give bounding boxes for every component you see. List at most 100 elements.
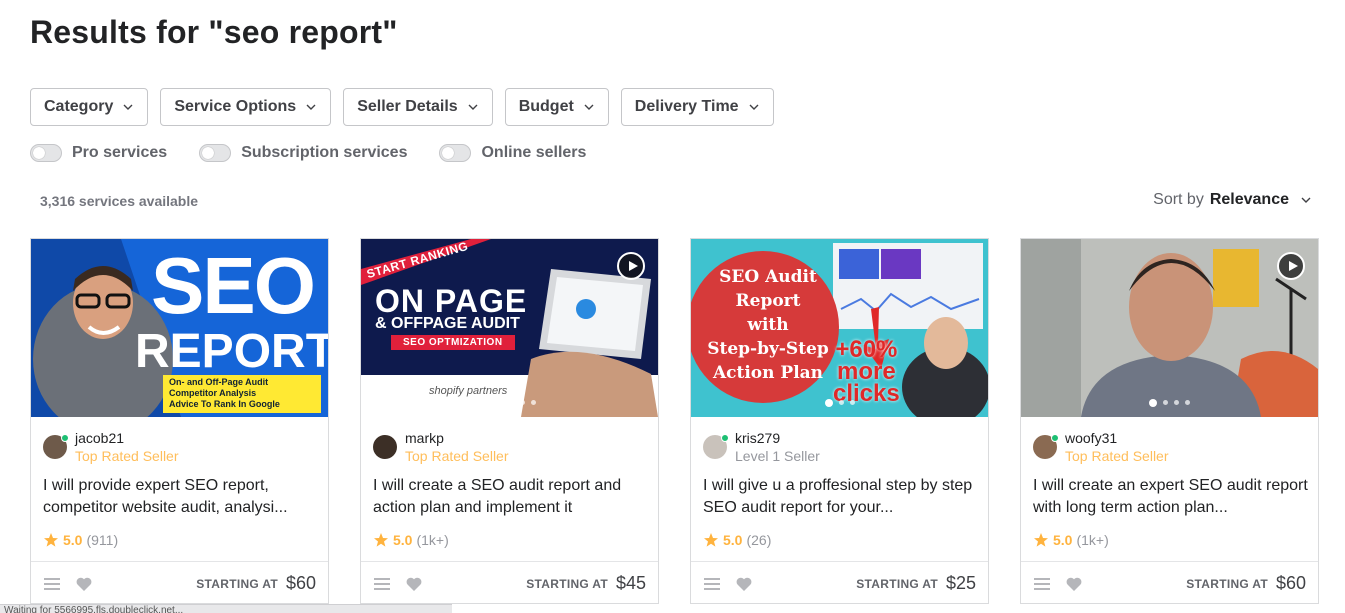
toggle-switch[interactable] [439,144,472,162]
filter-category-button[interactable]: Category [30,88,149,126]
thumb-bullets: On- and Off-Page Audit Competitor Analys… [163,375,321,413]
seller-level: Level 1 Seller [735,448,820,464]
menu-icon[interactable] [43,575,61,593]
filter-label: Service Options [174,98,297,115]
heart-icon[interactable] [1065,575,1083,593]
heart-icon[interactable] [75,575,93,593]
gig-rating: 5.0 (1k+) [373,532,449,548]
gig-card[interactable]: woofy31 Top Rated Seller I will create a… [1020,238,1319,604]
carousel-dots[interactable] [691,399,988,407]
thumb-text-seo: SEO [151,241,316,330]
gig-title-link[interactable]: I will give u a proffesional step by ste… [703,475,978,519]
pro-services-toggle[interactable]: Pro services [30,144,167,162]
price-amount: $60 [1275,573,1306,593]
gig-card[interactable]: SEO Audit Report with Step-by-Step Actio… [690,238,989,604]
heart-icon[interactable] [405,575,423,593]
thumb-partner: shopify partners [429,385,508,397]
seller-name[interactable]: jacob21 [75,429,179,447]
price-amount: $45 [615,573,646,593]
filter-service-options-button[interactable]: Service Options [160,88,332,126]
rating-count: (911) [86,532,119,548]
play-icon[interactable] [1277,252,1305,280]
play-icon[interactable] [617,252,645,280]
gig-thumbnail[interactable]: START RANKING ON PAGE & OFFPAGE AUDIT SE… [361,239,658,417]
thumb-text-offpage: & OFFPAGE AUDIT [375,315,520,332]
chevron-down-icon [123,104,133,110]
toggle-label: Online sellers [481,144,587,161]
seller-level: Top Rated Seller [405,448,509,464]
seller-name[interactable]: woofy31 [1065,429,1169,447]
price[interactable]: STARTING AT $60 [196,573,316,594]
gig-thumbnail[interactable] [1021,239,1318,417]
star-icon [44,533,58,547]
menu-icon[interactable] [373,575,391,593]
thumb-line: Report [735,291,801,311]
filter-label: Delivery Time [634,98,739,115]
price[interactable]: STARTING AT $45 [526,573,646,594]
star-icon [704,533,718,547]
menu-icon[interactable] [703,575,721,593]
gig-card[interactable]: SEO REPORT On- and Off-Page Audit Compet… [30,238,329,604]
carousel-dots[interactable] [1021,399,1318,407]
thumb-text-report: REPORT [135,325,328,378]
rating-score: 5.0 [393,532,413,548]
seller-name[interactable]: kris279 [735,429,820,447]
price[interactable]: STARTING AT $60 [1186,573,1306,594]
menu-icon[interactable] [1033,575,1051,593]
gig-title-link[interactable]: I will provide expert SEO report, compet… [43,475,318,519]
starting-at-label: STARTING AT [856,576,938,591]
thumb-line: with [747,315,789,335]
gig-rating: 5.0 (1k+) [1033,532,1109,548]
thumb-bullet: Competitor Analysis [169,388,257,398]
filter-label: Category [44,98,114,115]
toggle-label: Pro services [72,144,168,161]
thumb-bullet: Advice To Rank In Google [169,399,280,409]
carousel-dots[interactable] [361,399,658,407]
gig-footer: STARTING AT $25 [691,561,988,603]
online-sellers-toggle[interactable]: Online sellers [439,144,586,162]
toggle-switch[interactable] [199,144,232,162]
sort-label: Sort by [1153,191,1204,208]
filter-bar: Category Service Options Seller Details … [30,88,774,126]
online-indicator [61,434,69,442]
gig-thumbnail[interactable]: SEO Audit Report with Step-by-Step Actio… [691,239,988,417]
price-amount: $60 [285,573,316,593]
gig-rating: 5.0 (911) [43,532,118,548]
avatar[interactable] [373,435,397,459]
avatar[interactable] [1033,434,1059,459]
gig-title-link[interactable]: I will create an expert SEO audit report… [1033,475,1308,519]
subscription-services-toggle[interactable]: Subscription services [199,144,407,162]
rating-score: 5.0 [63,532,83,548]
thumb-promo: +60% more clicks [833,338,900,406]
price[interactable]: STARTING AT $25 [856,573,976,594]
starting-at-label: STARTING AT [526,576,608,591]
heart-icon[interactable] [735,575,753,593]
gig-footer: STARTING AT $60 [31,561,328,603]
sort-dropdown[interactable]: Sort by Relevance [1153,191,1311,209]
online-indicator [1051,434,1059,442]
seller-info: woofy31 Top Rated Seller [1033,429,1169,465]
filter-budget-button[interactable]: Budget [504,88,609,126]
thumb-headline: SEO Audit Report with Step-by-Step Actio… [699,265,837,385]
browser-status-bar: Waiting for 5566995.fls.doubleclick.net.… [0,604,452,613]
chevron-down-icon [468,104,478,110]
star-icon [374,533,388,547]
gig-card[interactable]: START RANKING ON PAGE & OFFPAGE AUDIT SE… [360,238,659,604]
thumb-line: Action Plan [712,363,824,383]
rating-count: (26) [746,532,772,548]
filter-delivery-time-button[interactable]: Delivery Time [620,88,774,126]
gig-footer: STARTING AT $60 [1021,561,1318,603]
avatar[interactable] [703,434,729,459]
chevron-down-icon [584,104,594,110]
thumb-sub: SEO OPTMIZATION [391,335,515,350]
avatar[interactable] [43,434,69,459]
toggle-switch[interactable] [30,144,62,162]
gig-title-link[interactable]: I will create a SEO audit report and act… [373,475,648,519]
toggle-label: Subscription services [241,144,408,161]
gig-thumbnail[interactable]: SEO REPORT On- and Off-Page Audit Compet… [31,239,328,417]
online-indicator [721,434,729,442]
thumb-bullet: On- and Off-Page Audit [169,377,269,387]
rating-count: (1k+) [416,532,449,548]
filter-seller-details-button[interactable]: Seller Details [343,88,493,126]
seller-name[interactable]: markp [405,429,509,447]
